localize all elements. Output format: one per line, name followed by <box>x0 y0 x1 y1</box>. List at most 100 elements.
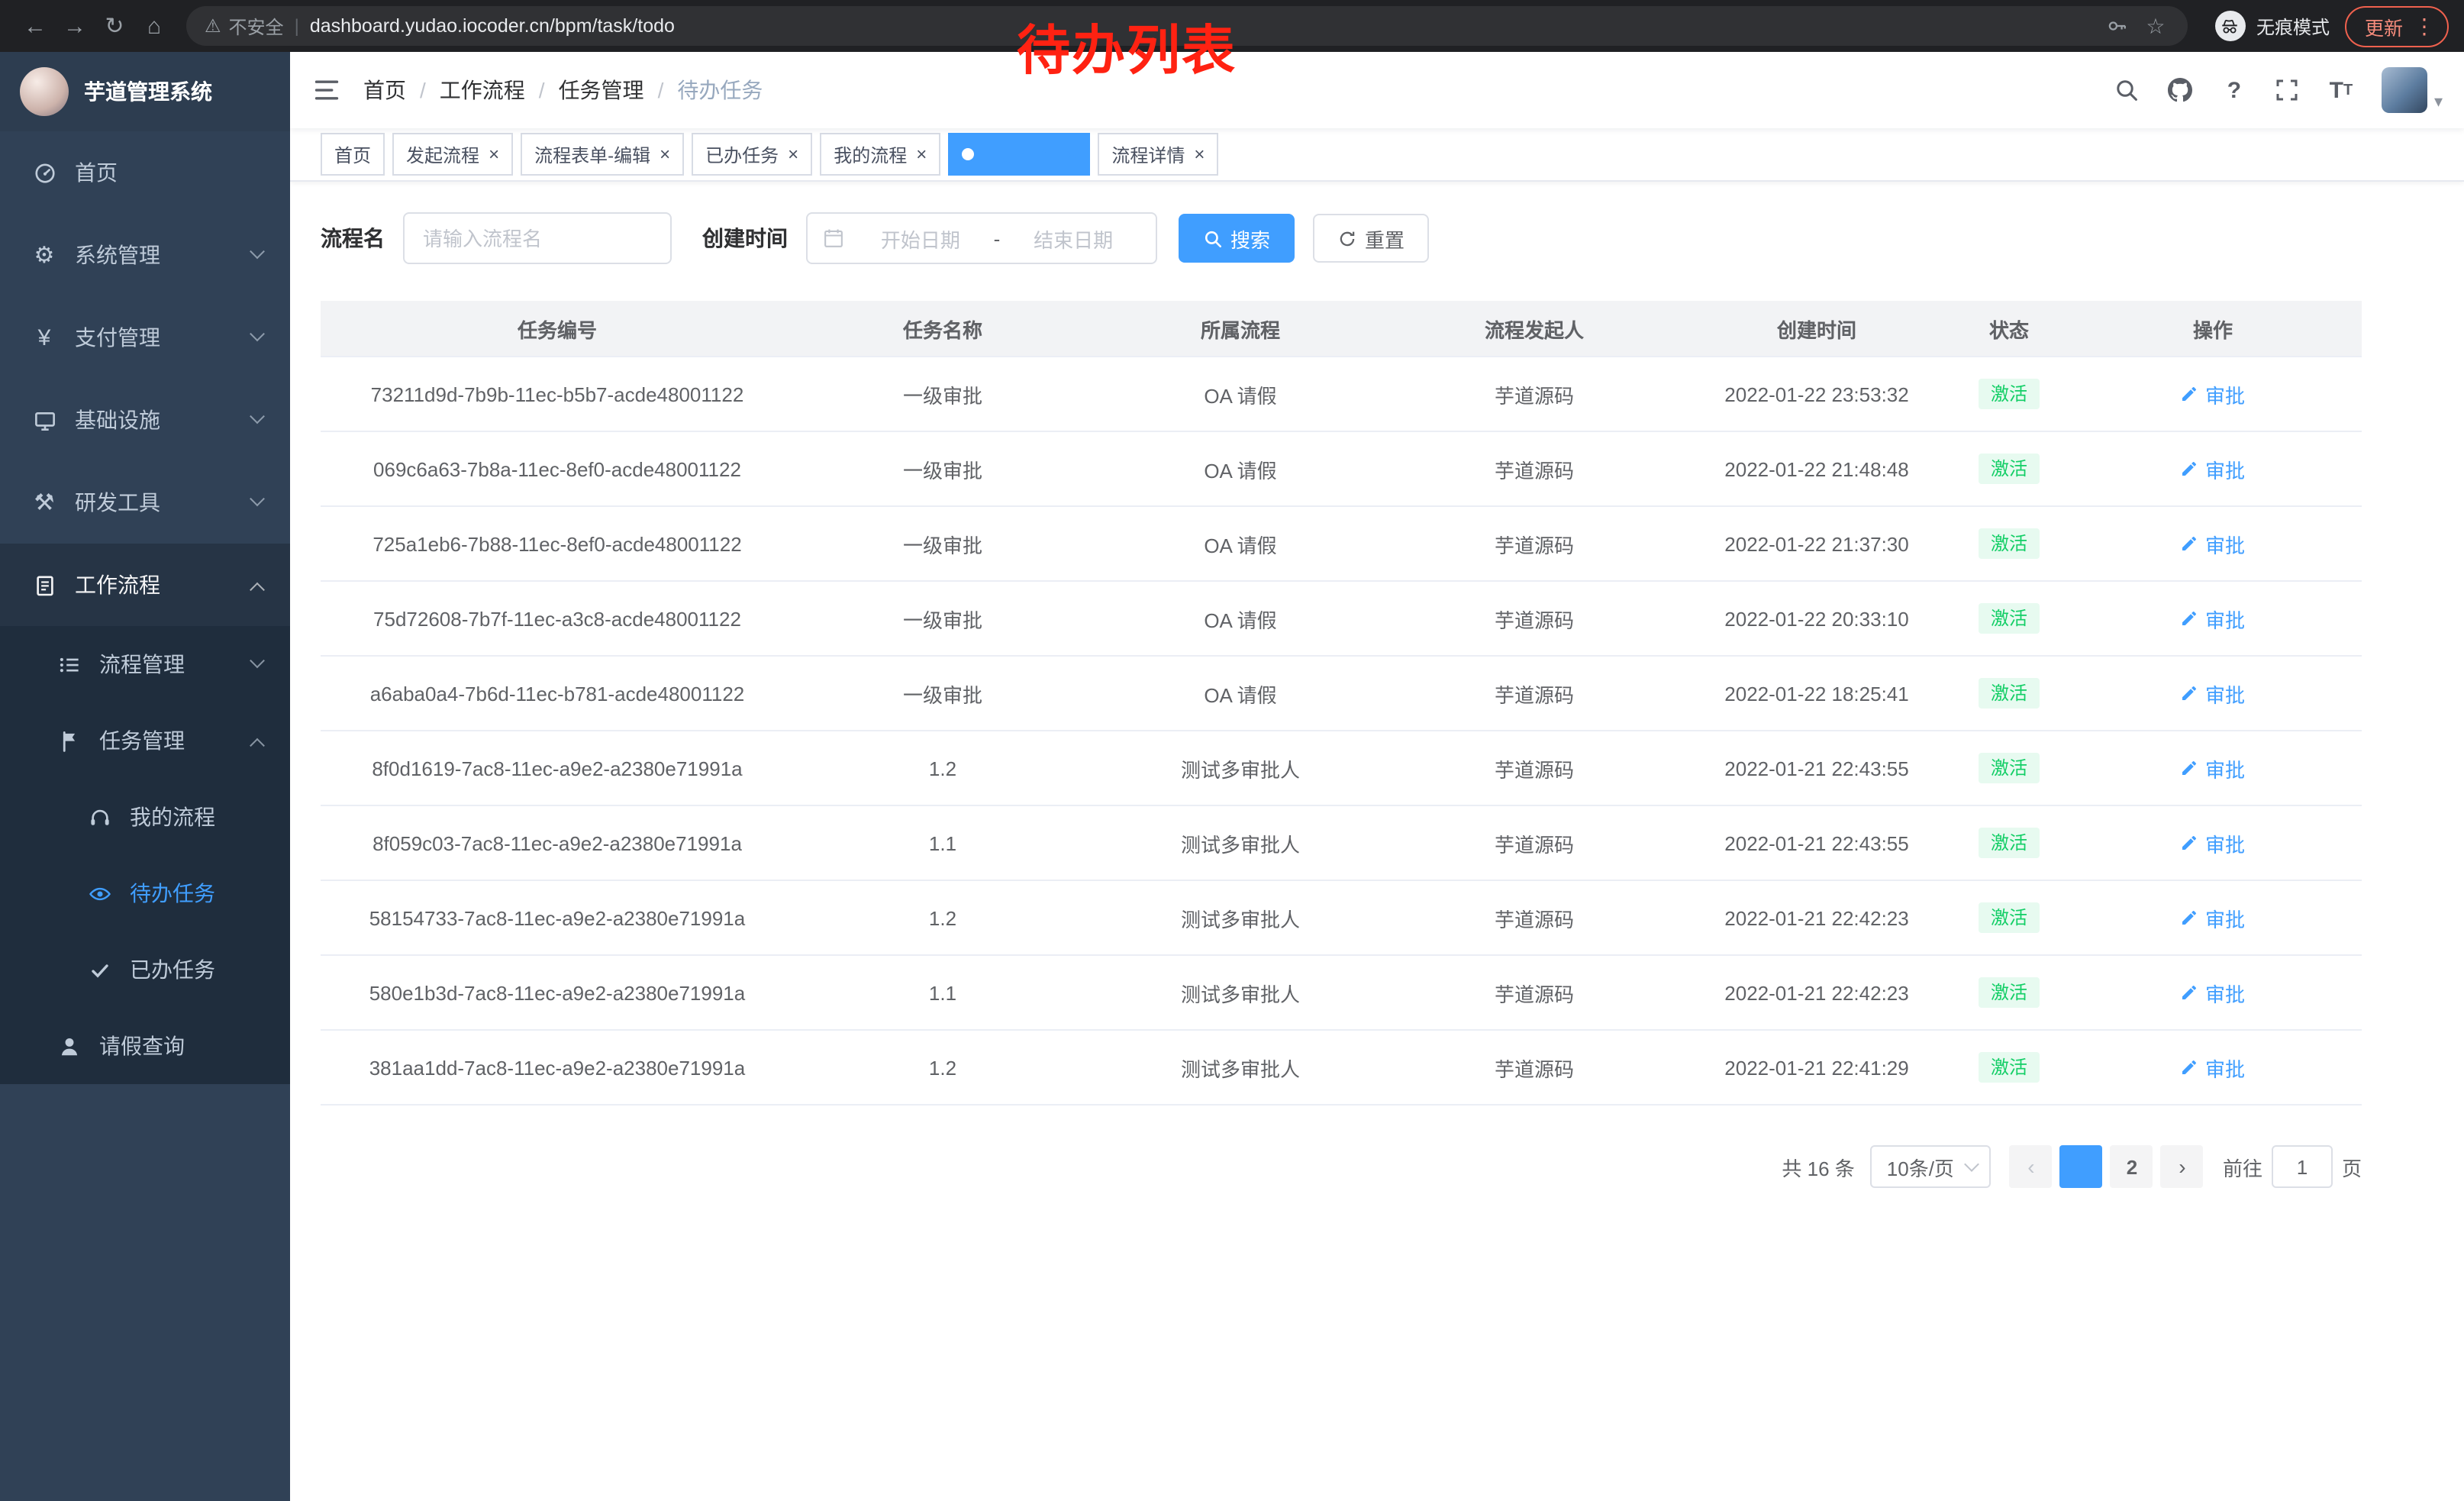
status-badge: 激活 <box>1979 379 2040 409</box>
initiator-cell: 芋道源码 <box>1389 1030 1679 1105</box>
close-icon[interactable]: × <box>1066 145 1076 163</box>
user-avatar[interactable] <box>2382 67 2428 113</box>
breadcrumb-separator: / <box>420 78 426 102</box>
prev-page-button[interactable]: ‹ <box>2010 1145 2053 1188</box>
github-icon[interactable] <box>2161 70 2201 110</box>
approve-link[interactable]: 审批 <box>2181 1053 2245 1082</box>
date-range-picker[interactable]: 开始日期 - 结束日期 <box>806 212 1157 264</box>
tab-label: 我的流程 <box>834 141 907 167</box>
column-header: 状态 <box>1954 301 2064 357</box>
task-name-cell: 1.2 <box>794 731 1092 805</box>
bookmark-star-icon[interactable]: ☆ <box>2142 12 2169 40</box>
sidebar-item-todo-task[interactable]: 待办任务 <box>0 855 290 931</box>
action-cell: 审批 <box>2064 581 2362 656</box>
approve-link[interactable]: 审批 <box>2181 754 2245 783</box>
next-page-button[interactable]: › <box>2161 1145 2204 1188</box>
browser-home-icon[interactable]: ⌂ <box>134 6 174 46</box>
task-id-cell: 8f0d1619-7ac8-11ec-a9e2-a2380e71991a <box>321 731 794 805</box>
sidebar-item-process-management[interactable]: 流程管理 <box>0 626 290 702</box>
task-name-cell: 1.2 <box>794 1030 1092 1105</box>
browser-forward-icon[interactable]: → <box>55 6 95 46</box>
approve-link[interactable]: 审批 <box>2181 604 2245 633</box>
approve-link[interactable]: 审批 <box>2181 529 2245 558</box>
sidebar-item-my-process[interactable]: 我的流程 <box>0 779 290 855</box>
browser-update-button[interactable]: 更新 ⋮ <box>2345 5 2449 47</box>
approve-link[interactable]: 审批 <box>2181 379 2245 408</box>
page-size-select[interactable]: 10条/页 <box>1870 1145 1991 1188</box>
sidebar-item-label: 研发工具 <box>75 487 240 518</box>
help-icon[interactable]: ? <box>2214 70 2254 110</box>
close-icon[interactable]: × <box>788 145 798 163</box>
task-id-cell: 381aa1dd-7ac8-11ec-a9e2-a2380e71991a <box>321 1030 794 1105</box>
edit-pencil-icon <box>2181 759 2199 777</box>
column-header: 任务编号 <box>321 301 794 357</box>
tags-view-tab-2[interactable]: 流程表单-编辑× <box>521 133 684 176</box>
search-button[interactable]: 搜索 <box>1179 214 1295 263</box>
sidebar-item-label: 工作流程 <box>75 570 240 600</box>
table-header-row: 任务编号任务名称所属流程流程发起人创建时间状态操作 <box>321 301 2362 357</box>
column-header: 任务名称 <box>794 301 1092 357</box>
approve-link[interactable]: 审批 <box>2181 679 2245 708</box>
close-icon[interactable]: × <box>660 145 670 163</box>
sidebar-item-label: 系统管理 <box>75 240 240 270</box>
search-icon[interactable] <box>2108 70 2147 110</box>
status-badge: 激活 <box>1979 528 2040 559</box>
create-time-cell: 2022-01-22 21:37:30 <box>1679 506 1954 581</box>
approve-link[interactable]: 审批 <box>2181 828 2245 857</box>
sidebar-item-task-management[interactable]: 任务管理 <box>0 702 290 779</box>
sidebar-item-done-task[interactable]: 已办任务 <box>0 931 290 1008</box>
close-icon[interactable]: × <box>489 145 499 163</box>
close-icon[interactable]: × <box>916 145 927 163</box>
task-name-cell: 一级审批 <box>794 656 1092 731</box>
main-area: 首页/工作流程/任务管理/待办任务 ? TT ▾ 首页发起流程×流程表单-编辑×… <box>290 52 2464 1501</box>
page-jump-input[interactable] <box>2272 1145 2333 1188</box>
tags-view-tab-4[interactable]: 我的流程 × <box>820 133 940 176</box>
app-logo[interactable]: 芋道管理系统 <box>0 52 290 131</box>
sidebar-item-workflow[interactable]: 工作流程 <box>0 544 290 626</box>
process-name-input[interactable] <box>403 212 672 264</box>
sidebar-item-leave-query[interactable]: 请假查询 <box>0 1008 290 1084</box>
close-icon[interactable]: × <box>1194 145 1205 163</box>
incognito-label: 无痕模式 <box>2256 13 2330 39</box>
hamburger-icon[interactable] <box>290 52 363 128</box>
tags-view-tab-5[interactable]: 待办任务× <box>948 133 1090 176</box>
avatar-caret-icon[interactable]: ▾ <box>2434 92 2443 111</box>
not-secure-badge[interactable]: ⚠ 不安全 <box>205 13 284 39</box>
task-name-cell: 1.1 <box>794 955 1092 1030</box>
browser-reload-icon[interactable]: ↻ <box>95 6 134 46</box>
sidebar-item-system-management[interactable]: ⚙系统管理 <box>0 214 290 296</box>
tags-view-tab-6[interactable]: 流程详情× <box>1098 133 1218 176</box>
approve-link[interactable]: 审批 <box>2181 454 2245 483</box>
breadcrumb-item[interactable]: 工作流程 <box>440 75 525 105</box>
tags-view-tab-3[interactable]: 已办任务× <box>692 133 812 176</box>
tags-view-tab-0[interactable]: 首页 <box>321 133 385 176</box>
font-size-icon[interactable]: TT <box>2321 70 2361 110</box>
sidebar-item-dev-tools[interactable]: ⚒研发工具 <box>0 461 290 544</box>
browser-back-icon[interactable]: ← <box>15 6 55 46</box>
tags-view-tab-1[interactable]: 发起流程× <box>392 133 513 176</box>
breadcrumb-item[interactable]: 首页 <box>363 75 406 105</box>
page-number-1[interactable]: 1 <box>2060 1145 2103 1188</box>
search-icon <box>1203 228 1223 248</box>
reset-button[interactable]: 重置 <box>1313 214 1429 263</box>
password-key-icon[interactable] <box>2104 12 2131 40</box>
breadcrumb-separator: / <box>658 78 664 102</box>
sidebar-menu: 首页⚙系统管理¥支付管理基础设施⚒研发工具工作流程流程管理任务管理我的流程待办任… <box>0 131 290 1084</box>
create-time-cell: 2022-01-22 21:48:48 <box>1679 431 1954 506</box>
fullscreen-icon[interactable] <box>2268 70 2308 110</box>
address-bar[interactable]: ⚠ 不安全 | dashboard.yudao.iocoder.cn/bpm/t… <box>186 6 2188 46</box>
table-row: 75d72608-7b7f-11ec-a3c8-acde48001122一级审批… <box>321 581 2362 656</box>
breadcrumb-item[interactable]: 任务管理 <box>559 75 644 105</box>
clipboard-icon <box>31 573 58 596</box>
approve-link[interactable]: 审批 <box>2181 978 2245 1007</box>
approve-link[interactable]: 审批 <box>2181 903 2245 932</box>
page-number-2[interactable]: 2 <box>2111 1145 2153 1188</box>
action-cell: 审批 <box>2064 731 2362 805</box>
browser-menu-icon[interactable]: ⋮ <box>2414 13 2435 39</box>
column-header: 操作 <box>2064 301 2362 357</box>
sidebar-item-home[interactable]: 首页 <box>0 131 290 214</box>
column-header: 所属流程 <box>1092 301 1389 357</box>
task-id-cell: 069c6a63-7b8a-11ec-8ef0-acde48001122 <box>321 431 794 506</box>
sidebar-item-payment-management[interactable]: ¥支付管理 <box>0 296 290 379</box>
sidebar-item-infrastructure[interactable]: 基础设施 <box>0 379 290 461</box>
